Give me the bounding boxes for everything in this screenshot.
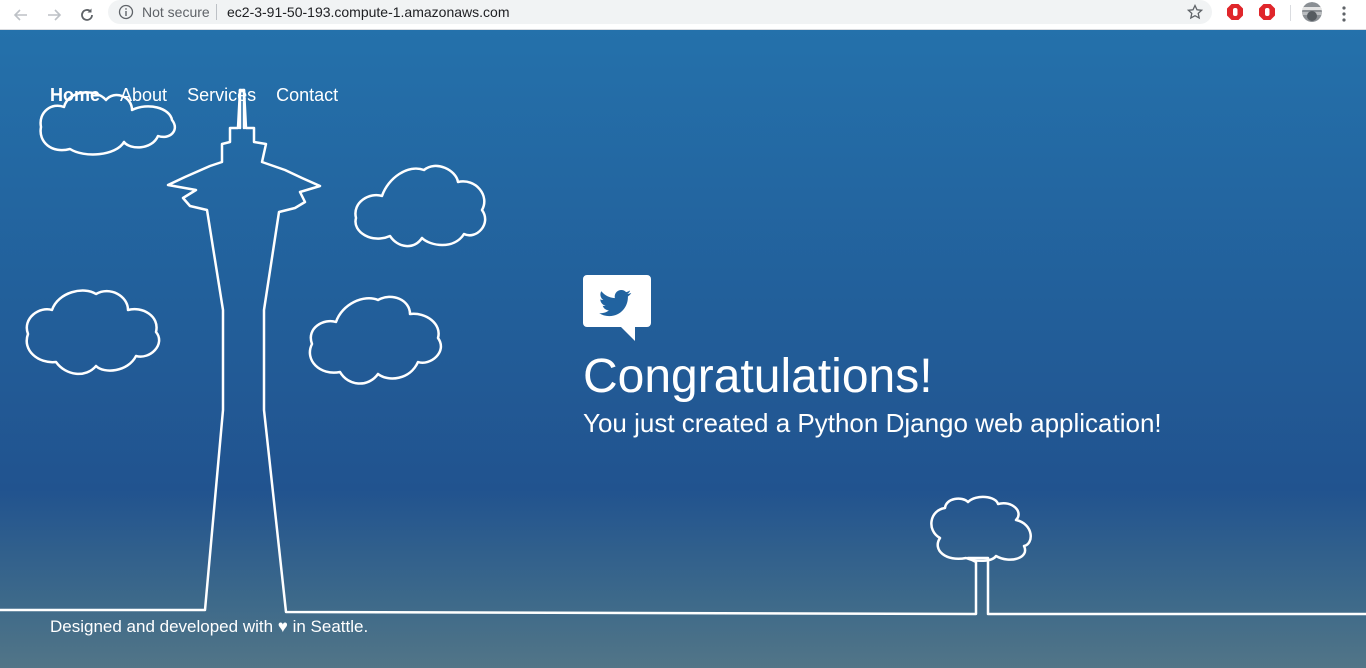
security-label[interactable]: Not secure [142,4,210,20]
toolbar-divider [1290,5,1291,21]
cloud-right-middle [308,295,443,385]
adblock-plus-icon[interactable] [1258,3,1276,21]
info-icon[interactable] [118,4,134,20]
hero-title: Congratulations! [583,350,933,403]
nav-contact-link[interactable]: Contact [276,85,338,105]
page-body: Home About Services Contact Congratulati… [0,30,1366,668]
menu-icon[interactable] [1336,4,1352,24]
nav-services-link[interactable]: Services [187,85,256,105]
forward-arrow-icon[interactable] [43,4,65,26]
main-navigation: Home About Services Contact [50,85,338,105]
cloud-left-middle [25,289,161,375]
nav-about-link[interactable]: About [120,85,167,105]
profile-avatar[interactable] [1302,2,1322,22]
star-icon[interactable] [1186,3,1204,21]
adblock-icon[interactable] [1226,3,1244,21]
footer-text: Designed and developed with ♥ in Seattle… [50,617,369,636]
hero-subtitle: You just created a Python Django web app… [583,408,1162,438]
tree-crown [930,495,1032,562]
cloud-right-upper [354,164,487,248]
reload-icon[interactable] [76,4,98,26]
address-separator [216,4,217,20]
address-bar[interactable]: Not secure ec2-3-91-50-193.compute-1.ama… [108,0,1212,24]
twitter-bird-icon [583,275,651,341]
browser-toolbar: Not secure ec2-3-91-50-193.compute-1.ama… [0,0,1366,30]
url-text[interactable]: ec2-3-91-50-193.compute-1.amazonaws.com [227,4,509,20]
back-arrow-icon[interactable] [10,4,32,26]
nav-home-link[interactable]: Home [50,85,100,105]
